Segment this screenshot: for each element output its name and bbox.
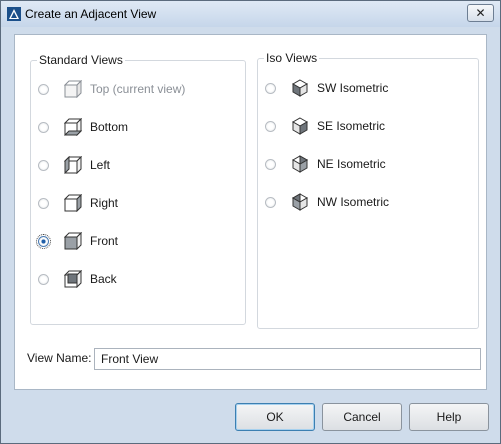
nw-isometric-label: NW Isometric xyxy=(317,195,389,209)
radio-se-isometric[interactable]: SE Isometric xyxy=(265,116,385,136)
radio-left-view[interactable]: Left xyxy=(38,155,110,175)
cube-left-icon xyxy=(64,156,82,174)
radio-right-view[interactable]: Right xyxy=(38,193,118,213)
radio-button[interactable] xyxy=(38,197,49,209)
top-view-label: Top (current view) xyxy=(90,82,186,96)
view-name-input[interactable] xyxy=(94,348,481,370)
radio-button[interactable] xyxy=(38,159,49,171)
sw-isometric-label: SW Isometric xyxy=(317,81,389,95)
iso-views-group: Iso Views SW Isometric SE Isometric NE I… xyxy=(257,51,479,329)
radio-button[interactable] xyxy=(38,83,49,95)
dialog-window: Create an Adjacent View ✕ Standard Views… xyxy=(0,0,501,444)
radio-ne-isometric[interactable]: NE Isometric xyxy=(265,154,386,174)
dialog-content: Standard Views Top (current view) Bottom… xyxy=(14,34,487,390)
radio-top-view[interactable]: Top (current view) xyxy=(38,79,185,99)
iso-views-title: Iso Views xyxy=(264,51,320,65)
front-view-label: Front xyxy=(90,234,119,248)
iso-sw-icon xyxy=(291,79,309,97)
radio-back-view[interactable]: Back xyxy=(38,269,117,289)
cube-bottom-icon xyxy=(64,118,82,136)
standard-views-title: Standard Views xyxy=(37,53,125,67)
close-button[interactable]: ✕ xyxy=(467,4,494,22)
radio-button[interactable] xyxy=(38,273,49,285)
cube-front-icon xyxy=(64,232,82,250)
radio-button-selected[interactable] xyxy=(36,233,51,249)
radio-nw-isometric[interactable]: NW Isometric xyxy=(265,192,389,212)
ok-button[interactable]: OK xyxy=(235,403,315,431)
radio-button[interactable] xyxy=(265,82,276,94)
radio-button[interactable] xyxy=(38,121,49,133)
radio-button[interactable] xyxy=(265,158,276,170)
view-name-label: View Name: xyxy=(27,351,92,365)
help-button[interactable]: Help xyxy=(409,403,489,431)
radio-sw-isometric[interactable]: SW Isometric xyxy=(265,78,388,98)
radio-front-view[interactable]: Front xyxy=(36,231,119,251)
app-logo-icon xyxy=(7,7,21,21)
se-isometric-label: SE Isometric xyxy=(317,119,386,133)
dialog-title: Create an Adjacent View xyxy=(25,7,157,21)
radio-button[interactable] xyxy=(265,120,276,132)
back-view-label: Back xyxy=(90,272,117,286)
right-view-label: Right xyxy=(90,196,119,210)
iso-ne-icon xyxy=(291,155,309,173)
iso-se-icon xyxy=(291,117,309,135)
left-view-label: Left xyxy=(90,158,111,172)
title-bar[interactable]: Create an Adjacent View ✕ xyxy=(1,1,500,27)
standard-views-group: Standard Views Top (current view) Bottom… xyxy=(30,53,246,325)
radio-button[interactable] xyxy=(265,196,276,208)
cube-right-icon xyxy=(64,194,82,212)
cancel-button[interactable]: Cancel xyxy=(322,403,402,431)
radio-bottom-view[interactable]: Bottom xyxy=(38,117,128,137)
close-icon: ✕ xyxy=(475,6,486,20)
cube-back-icon xyxy=(64,270,82,288)
bottom-view-label: Bottom xyxy=(90,120,129,134)
ne-isometric-label: NE Isometric xyxy=(317,157,386,171)
cube-top-icon xyxy=(64,80,82,98)
iso-nw-icon xyxy=(291,193,309,211)
